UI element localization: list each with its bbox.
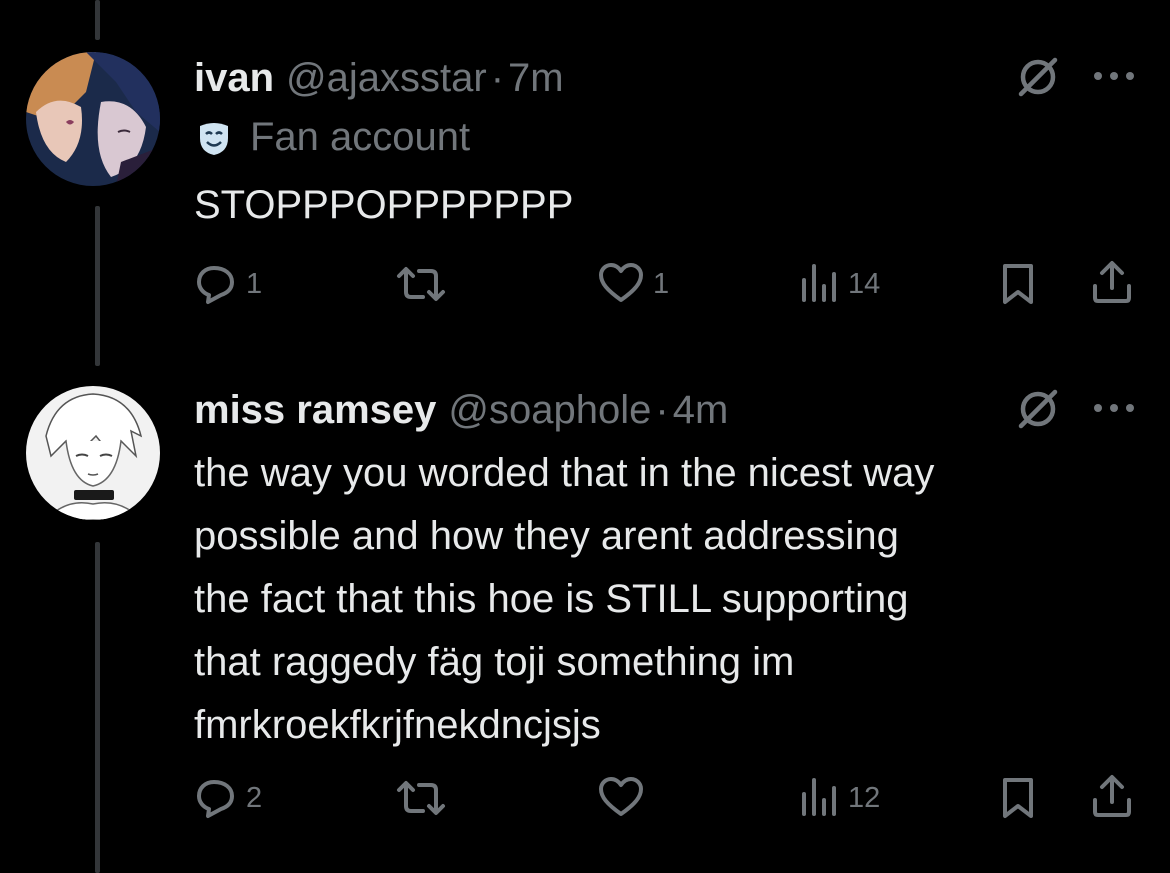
display-name[interactable]: miss ramsey	[194, 388, 436, 432]
share-icon	[1093, 261, 1131, 303]
repost-button[interactable]	[395, 262, 455, 306]
tweet-ivan[interactable]: ivan @ajaxsstar · 7m Fan account STOPPPO…	[0, 0, 1170, 340]
views-count: 12	[848, 781, 881, 814]
display-name[interactable]: ivan	[194, 56, 274, 100]
user-handle[interactable]: @soaphole	[448, 388, 651, 432]
separator-dot: ·	[490, 56, 505, 100]
heart-icon	[599, 263, 643, 302]
views-button[interactable]: 14	[800, 262, 880, 306]
bookmark-button[interactable]	[1000, 262, 1036, 306]
views-icon	[802, 264, 836, 302]
label-text: Fan account	[250, 115, 471, 159]
grok-icon[interactable]	[1016, 55, 1060, 99]
views-icon	[802, 778, 836, 816]
reply-button[interactable]: 1	[194, 262, 262, 306]
timestamp[interactable]: 7m	[508, 56, 564, 100]
tweet-header: ivan @ajaxsstar · 7m	[194, 56, 564, 100]
separator-dot: ·	[655, 388, 669, 432]
avatar-image	[26, 52, 160, 186]
heart-icon	[599, 777, 643, 816]
avatar[interactable]	[26, 386, 160, 520]
tweet-header: miss ramsey @soaphole · 4m	[194, 388, 728, 432]
bookmark-button[interactable]	[1000, 776, 1036, 820]
more-options-icon[interactable]	[1092, 398, 1136, 418]
tweet-miss-ramsey[interactable]: miss ramsey @soaphole · 4m the way you w…	[0, 340, 1170, 873]
tweet-text: STOPPPOPPPPPPP	[194, 183, 574, 227]
repost-icon	[397, 267, 445, 301]
reply-button[interactable]: 2	[194, 776, 262, 820]
share-icon	[1093, 775, 1131, 817]
reply-icon	[197, 780, 234, 818]
more-options-icon[interactable]	[1092, 66, 1136, 86]
mask-icon	[200, 122, 228, 155]
views-count: 14	[848, 267, 881, 300]
avatar-image	[26, 386, 160, 520]
timestamp[interactable]: 4m	[673, 388, 729, 432]
repost-icon	[397, 781, 445, 815]
user-handle[interactable]: @ajaxsstar	[286, 56, 487, 100]
grok-icon[interactable]	[1016, 387, 1060, 431]
bookmark-icon	[1003, 778, 1033, 818]
tweet-text: the way you worded that in the nicest wa…	[194, 451, 935, 747]
avatar[interactable]	[26, 52, 160, 186]
views-button[interactable]: 12	[800, 776, 880, 820]
share-button[interactable]	[1090, 260, 1134, 304]
reply-count: 1	[246, 267, 263, 300]
reply-count: 2	[246, 781, 263, 814]
reply-icon	[197, 266, 234, 304]
share-button[interactable]	[1090, 774, 1134, 818]
fan-account-label: Fan account	[194, 115, 470, 160]
like-button[interactable]	[597, 776, 653, 820]
bookmark-icon	[1003, 264, 1033, 304]
like-count: 1	[653, 267, 670, 300]
like-button[interactable]: 1	[597, 262, 669, 306]
repost-button[interactable]	[395, 776, 455, 820]
